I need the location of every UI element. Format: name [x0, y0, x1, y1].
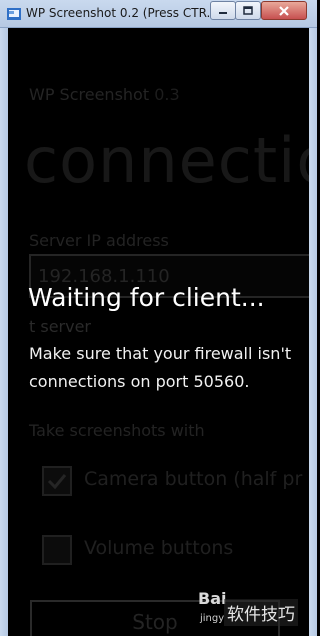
app-title: WP Screenshot 0.3: [29, 85, 180, 104]
camera-button-option-label[interactable]: Camera button (half pr: [84, 468, 302, 490]
volume-buttons-option-label[interactable]: Volume buttons: [84, 537, 233, 559]
watermark: Bai jingy 软件技巧: [196, 585, 317, 636]
volume-buttons-checkbox[interactable]: [42, 535, 72, 565]
watermark-tag: 软件技巧: [224, 599, 298, 626]
waiting-for-client-message: Waiting for client...: [28, 283, 265, 312]
maximize-button[interactable]: [235, 1, 261, 20]
window-frame-left: [0, 28, 8, 636]
app-version: 0.3: [154, 85, 180, 104]
checkmark-icon: [47, 474, 67, 490]
firewall-info-line-2: connections on port 50560.: [29, 372, 250, 391]
minimize-button[interactable]: [210, 1, 236, 20]
maximize-icon: [243, 6, 253, 15]
close-icon: [279, 5, 289, 16]
close-button[interactable]: [261, 1, 307, 20]
watermark-brand: Bai: [198, 589, 227, 608]
minimize-icon: [219, 11, 227, 14]
server-ip-label: Server IP address: [29, 231, 169, 250]
watermark-sub: jingy: [200, 613, 225, 624]
window-titlebar[interactable]: WP Screenshot 0.2 (Press CTR...: [0, 0, 317, 28]
firewall-info-line-1: Make sure that your firewall isn't: [29, 344, 292, 363]
info-line-faint: t server: [29, 317, 92, 336]
app-name: WP Screenshot: [29, 85, 150, 104]
app-window-icon: [7, 8, 21, 20]
page-title: connectio: [24, 124, 309, 197]
app-surface: WP Screenshot 0.3 connectio Server IP ad…: [8, 28, 309, 636]
camera-button-checkbox[interactable]: [42, 466, 72, 496]
window-frame-right: [309, 28, 317, 636]
screenshot-trigger-label: Take screenshots with: [29, 421, 205, 440]
window-title: WP Screenshot 0.2 (Press CTR...: [26, 6, 218, 20]
